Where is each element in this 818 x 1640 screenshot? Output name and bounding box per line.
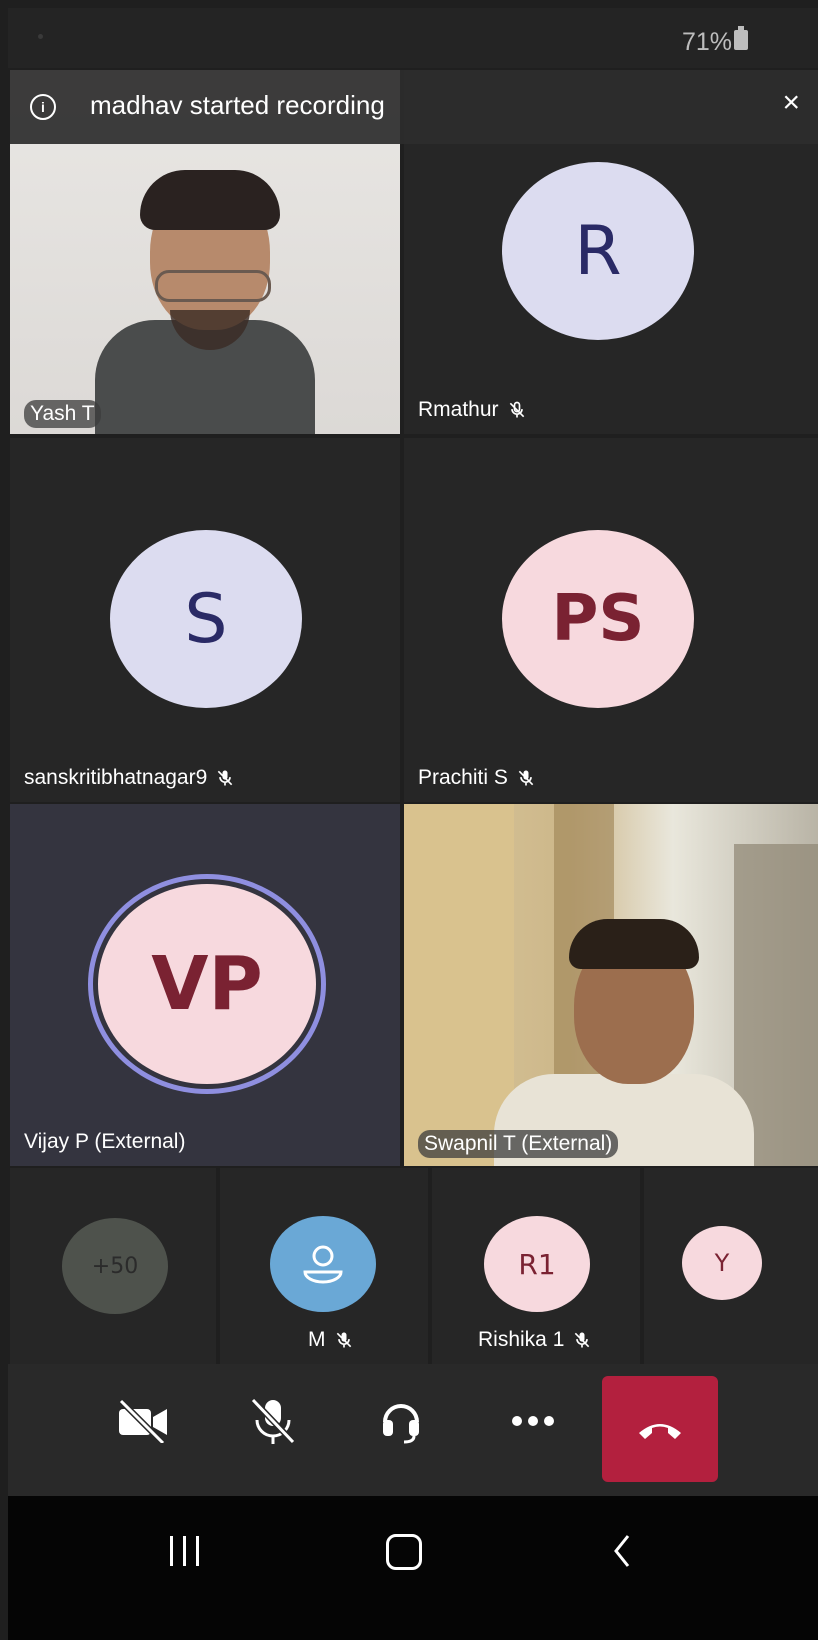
participant-avatar: S (110, 530, 302, 708)
participant-avatar: R (502, 162, 694, 340)
participant-name: sanskritibhatnagar9 (24, 766, 208, 789)
video-person-glasses (155, 270, 271, 302)
camera-toggle-button[interactable] (108, 1386, 178, 1456)
avatar-initials: R1 (518, 1247, 556, 1281)
home-icon[interactable] (386, 1534, 422, 1570)
mic-off-icon (336, 1332, 351, 1348)
video-tile-swapnil[interactable]: Swapnil T (External) (404, 804, 818, 1166)
participant-avatar: R1 (484, 1216, 590, 1312)
participant-name: Rmathur (418, 398, 499, 421)
video-person-hair (140, 170, 280, 230)
participant-name: Rishika 1 (478, 1328, 565, 1351)
avatar-initials: PS (551, 582, 645, 656)
participant-label: Yash T (24, 400, 101, 428)
back-icon[interactable] (612, 1534, 632, 1568)
participant-avatar: PS (502, 530, 694, 708)
mic-toggle-button[interactable] (238, 1386, 308, 1456)
more-icon (512, 1416, 554, 1426)
overflow-count-badge: +50 (62, 1218, 168, 1314)
participant-label: sanskritibhatnagar9 (24, 766, 235, 790)
info-icon: i (30, 94, 56, 120)
close-icon[interactable]: × (782, 88, 800, 118)
participant-label: Prachiti S (418, 766, 536, 790)
hang-up-icon (639, 1424, 681, 1439)
person-icon (303, 1245, 343, 1284)
avatar-initials: R (574, 211, 622, 291)
participant-name: Prachiti S (418, 766, 508, 789)
avatar-initials: Y (714, 1249, 730, 1277)
participant-avatar: VP (98, 884, 316, 1084)
participant-tile-prachiti[interactable]: PS Prachiti S (404, 438, 818, 802)
camera-off-icon (118, 1399, 167, 1443)
battery-level: 71% (681, 28, 732, 56)
mic-off-icon (218, 770, 233, 786)
mic-off-icon (575, 1332, 590, 1348)
headset-icon (383, 1404, 419, 1444)
mic-off-icon (518, 770, 534, 786)
participant-tile-sanskriti[interactable]: S sanskritibhatnagar9 (10, 438, 400, 802)
participant-name: Vijay P (External) (24, 1130, 186, 1153)
recording-banner: i madhav started recording × (10, 70, 818, 144)
participant-name: M (308, 1328, 326, 1351)
overflow-participants-tile[interactable]: +50 (10, 1168, 216, 1364)
participant-tile-rishika[interactable]: R1 Rishika 1 (432, 1168, 640, 1364)
participant-name: Yash T (24, 400, 101, 428)
banner-message: madhav started recording (90, 90, 385, 120)
participant-tile-y[interactable]: Y (644, 1168, 818, 1364)
status-bar: 71% (8, 8, 818, 68)
avatar-initials: S (184, 579, 228, 659)
hang-up-button[interactable] (602, 1376, 718, 1482)
participant-avatar (270, 1216, 376, 1312)
video-person-hair (569, 919, 699, 969)
recent-apps-icon[interactable] (168, 1536, 202, 1566)
meeting-screen: 71% Yash T R Rmathur S sanskritibhatnaga… (8, 8, 818, 1640)
more-options-button[interactable] (498, 1386, 568, 1456)
participant-label: Rmathur (418, 398, 527, 422)
participant-label: Vijay P (External) (24, 1130, 185, 1154)
participant-label: Swapnil T (External) (418, 1130, 619, 1158)
audio-button[interactable] (366, 1386, 436, 1456)
participant-avatar: Y (682, 1226, 762, 1300)
participant-name: Swapnil T (External) (418, 1130, 619, 1158)
participant-tile-m[interactable]: M (220, 1168, 428, 1364)
participant-label: Rishika 1 (478, 1328, 592, 1352)
overflow-count: +50 (91, 1253, 139, 1279)
call-toolbar (8, 1364, 818, 1496)
avatar-initials: VP (151, 941, 263, 1027)
mic-off-icon (250, 1397, 296, 1445)
mic-off-icon (509, 401, 524, 418)
system-navigation-bar (8, 1496, 818, 1640)
battery-icon (734, 26, 748, 50)
participant-label: M (308, 1328, 354, 1352)
notification-dot (38, 34, 43, 39)
participant-tile-vijay[interactable]: VP Vijay P (External) (10, 804, 400, 1166)
